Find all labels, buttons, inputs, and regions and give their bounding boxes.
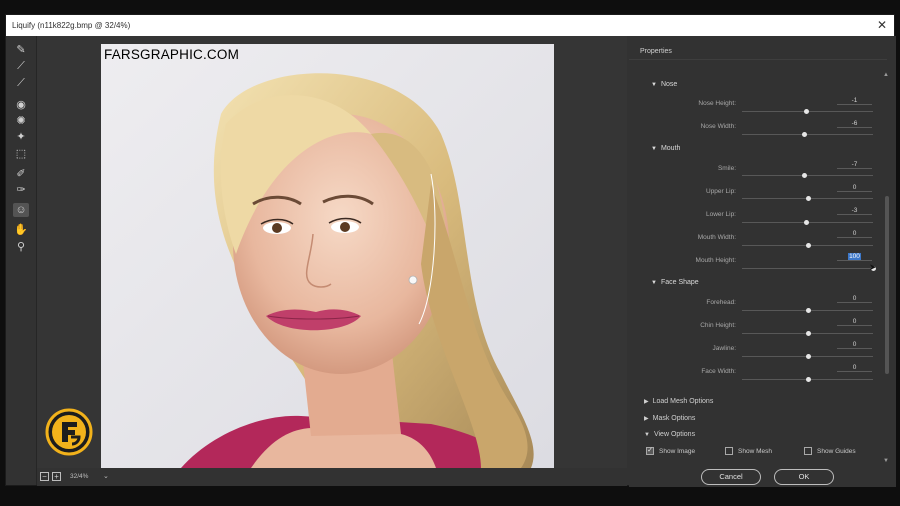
slider-knob[interactable] xyxy=(805,196,811,201)
slider-knob[interactable] xyxy=(804,220,810,225)
expand-triangle-icon: ▶ xyxy=(644,416,649,422)
zoom-in-button[interactable]: + xyxy=(52,472,61,481)
chin-height-value[interactable]: 0 xyxy=(837,317,872,326)
slider-knob[interactable] xyxy=(805,243,811,248)
pucker-tool-icon[interactable]: ✺ xyxy=(13,113,29,127)
liquify-dialog: Liquify (n11k822g.bmp @ 32/4%) ✕ ✎ ⟋ ⟋ ◉… xyxy=(5,14,896,487)
expand-triangle-icon: ▼ xyxy=(651,146,657,152)
close-icon[interactable]: ✕ xyxy=(877,15,887,36)
panel-title: Properties xyxy=(640,48,672,55)
section-nose[interactable]: ▼ Nose xyxy=(651,81,677,88)
zoom-dropdown-icon[interactable]: ⌄ xyxy=(103,472,109,480)
slider-knob[interactable] xyxy=(805,331,811,336)
checkbox-checked-icon[interactable]: ✓ xyxy=(646,447,654,455)
forehead-label: Forehead: xyxy=(706,299,736,306)
face-tool-icon[interactable]: ☺ xyxy=(13,203,29,217)
forehead-slider[interactable] xyxy=(742,308,873,313)
farsgraphic-logo xyxy=(45,408,93,456)
slider-knob[interactable] xyxy=(801,173,807,178)
twirl-tool-icon[interactable]: ◉ xyxy=(13,97,29,111)
mouse-cursor-icon: ➤ xyxy=(869,262,877,272)
mouth-width-value[interactable]: 0 xyxy=(837,229,872,238)
scroll-up-icon[interactable]: ▲ xyxy=(883,72,889,78)
expand-triangle-icon: ▼ xyxy=(651,82,657,88)
chin-height-label: Chin Height: xyxy=(700,322,736,329)
slider-knob[interactable] xyxy=(805,308,811,313)
ok-button[interactable]: OK xyxy=(774,469,834,485)
zoom-level[interactable]: 32/4% xyxy=(70,473,88,480)
slider-knob[interactable] xyxy=(804,109,810,114)
checkbox-empty-icon[interactable] xyxy=(725,447,733,455)
smile-label: Smile: xyxy=(717,165,736,172)
slider-knob[interactable] xyxy=(805,354,811,359)
status-bar: − + 32/4% ⌄ xyxy=(37,468,627,486)
title-bar: Liquify (n11k822g.bmp @ 32/4%) ✕ xyxy=(6,15,894,36)
jawline-value[interactable]: 0 xyxy=(837,340,872,349)
forward-warp-tool-icon[interactable]: ✎ xyxy=(13,42,29,56)
face-width-slider[interactable] xyxy=(742,377,873,382)
scroll-down-icon[interactable]: ▼ xyxy=(883,458,889,464)
nose-height-slider[interactable] xyxy=(742,109,873,114)
smile-value[interactable]: -7 xyxy=(837,160,872,169)
section-mouth[interactable]: ▼ Mouth xyxy=(651,145,680,152)
upper-lip-value[interactable]: 0 xyxy=(837,183,872,192)
show-image-checkbox[interactable]: ✓ Show Image xyxy=(646,447,695,455)
nose-width-slider[interactable] xyxy=(742,132,873,137)
preview-canvas[interactable]: FARSGRAPHIC.COM xyxy=(37,36,627,468)
checkbox-empty-icon[interactable] xyxy=(804,447,812,455)
mouth-width-slider[interactable] xyxy=(742,243,873,248)
mask-options[interactable]: ▶ Mask Options xyxy=(644,415,695,422)
expand-triangle-icon: ▶ xyxy=(644,399,649,405)
nose-height-value[interactable]: -1 xyxy=(837,96,872,105)
hand-tool-icon[interactable]: ✋ xyxy=(13,222,29,236)
show-mesh-checkbox[interactable]: Show Mesh xyxy=(725,447,772,455)
mouth-height-label: Mouth Height: xyxy=(695,257,736,264)
jawline-label: Jawline: xyxy=(712,345,736,352)
zoom-tool-icon[interactable]: ⚲ xyxy=(13,239,29,253)
divider xyxy=(629,59,887,60)
nose-height-label: Nose Height: xyxy=(698,100,736,107)
section-face-shape[interactable]: ▼ Face Shape xyxy=(651,279,699,286)
view-options[interactable]: ▼ View Options xyxy=(644,431,695,438)
freeze-mask-tool-icon[interactable]: ✐ xyxy=(13,166,29,180)
load-mesh-options[interactable]: ▶ Load Mesh Options xyxy=(644,398,713,405)
lower-lip-value[interactable]: -3 xyxy=(837,206,872,215)
collapse-triangle-icon: ▼ xyxy=(644,432,650,438)
selected-value-text[interactable]: 100 xyxy=(848,253,861,260)
watermark-text: FARSGRAPHIC.COM xyxy=(104,47,240,62)
slider-knob[interactable] xyxy=(805,377,811,382)
push-left-tool-icon[interactable]: ⬚ xyxy=(13,146,29,160)
lower-lip-label: Lower Lip: xyxy=(706,211,736,218)
bloat-tool-icon[interactable]: ✦ xyxy=(13,129,29,143)
zoom-out-button[interactable]: − xyxy=(40,472,49,481)
slider-knob[interactable] xyxy=(801,132,807,137)
scroll-thumb[interactable] xyxy=(885,196,889,374)
properties-panel: Properties ▼ Nose Nose Height: -1 Nose Wi… xyxy=(629,36,896,487)
face-width-value[interactable]: 0 xyxy=(837,363,872,372)
smooth-tool-icon[interactable]: ⟋ xyxy=(13,76,29,90)
portrait-illustration xyxy=(101,44,554,468)
smile-slider[interactable] xyxy=(742,173,873,178)
reconstruct-tool-icon[interactable]: ⟋ xyxy=(13,59,29,73)
jawline-slider[interactable] xyxy=(742,354,873,359)
upper-lip-label: Upper Lip: xyxy=(706,188,736,195)
mouth-width-label: Mouth Width: xyxy=(697,234,736,241)
thaw-mask-tool-icon[interactable]: ✑ xyxy=(13,182,29,196)
mouth-height-slider[interactable] xyxy=(742,266,876,271)
chin-height-slider[interactable] xyxy=(742,331,873,336)
show-guides-checkbox[interactable]: Show Guides xyxy=(804,447,856,455)
face-width-label: Face Width: xyxy=(701,368,736,375)
lower-lip-slider[interactable] xyxy=(742,220,873,225)
expand-triangle-icon: ▼ xyxy=(651,280,657,286)
nose-width-value[interactable]: -6 xyxy=(837,119,872,128)
cancel-button[interactable]: Cancel xyxy=(701,469,761,485)
mouth-height-value[interactable]: 100 xyxy=(837,252,872,261)
forehead-value[interactable]: 0 xyxy=(837,294,872,303)
panel-scrollbar[interactable]: ▲ ▼ xyxy=(883,60,890,470)
window-title: Liquify (n11k822g.bmp @ 32/4%) xyxy=(12,21,131,30)
liquify-toolbar: ✎ ⟋ ⟋ ◉ ✺ ✦ ⬚ ✐ ✑ ☺ ✋ ⚲ xyxy=(6,36,37,485)
upper-lip-slider[interactable] xyxy=(742,196,873,201)
nose-width-label: Nose Width: xyxy=(700,123,736,130)
portrait-image[interactable]: FARSGRAPHIC.COM xyxy=(101,44,554,468)
